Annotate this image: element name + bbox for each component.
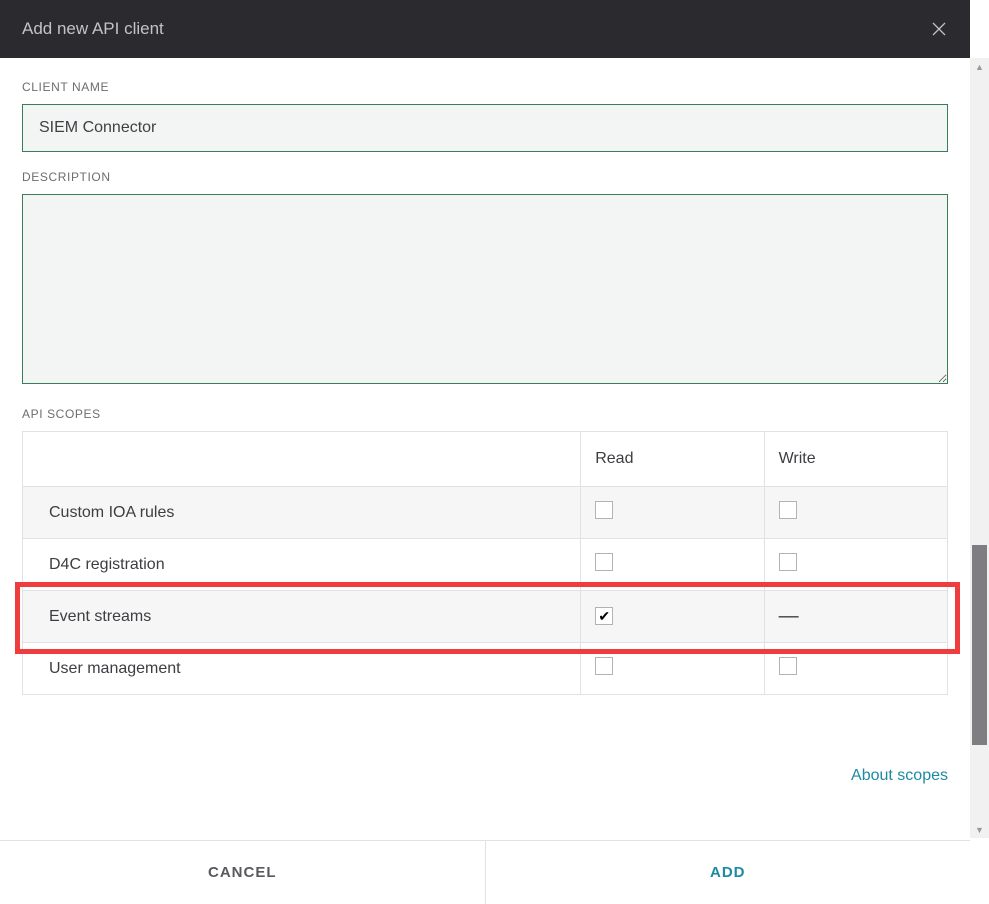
about-scopes-container: About scopes xyxy=(22,767,948,785)
cancel-button[interactable]: CANCEL xyxy=(0,841,486,904)
column-header-read: Read xyxy=(581,432,764,487)
scope-write-cell xyxy=(764,643,947,695)
api-scopes-label: API SCOPES xyxy=(22,407,948,421)
about-scopes-link[interactable]: About scopes xyxy=(851,767,948,784)
modal-title: Add new API client xyxy=(22,19,164,39)
scope-write-cell xyxy=(764,539,947,591)
column-header-write: Write xyxy=(764,432,947,487)
scope-name: D4C registration xyxy=(23,539,581,591)
add-button[interactable]: ADD xyxy=(486,841,971,904)
scroll-down-arrow-icon[interactable]: ▼ xyxy=(970,821,989,838)
vertical-scrollbar[interactable]: ▲ ▼ xyxy=(970,58,989,838)
table-row: Event streams — xyxy=(23,591,948,643)
scope-read-cell xyxy=(581,591,764,643)
description-label: DESCRIPTION xyxy=(22,170,948,184)
scope-write-cell xyxy=(764,487,947,539)
write-not-available: — xyxy=(779,605,799,628)
scroll-thumb[interactable] xyxy=(972,545,987,745)
scope-name: User management xyxy=(23,643,581,695)
modal-footer: CANCEL ADD xyxy=(0,840,970,904)
table-row: User management xyxy=(23,643,948,695)
close-icon xyxy=(930,20,948,38)
scope-name: Custom IOA rules xyxy=(23,487,581,539)
scroll-up-arrow-icon[interactable]: ▲ xyxy=(970,58,989,75)
scope-name: Event streams xyxy=(23,591,581,643)
read-checkbox[interactable] xyxy=(595,657,613,675)
write-checkbox[interactable] xyxy=(779,553,797,571)
read-checkbox[interactable] xyxy=(595,607,613,625)
table-row: Custom IOA rules xyxy=(23,487,948,539)
write-checkbox[interactable] xyxy=(779,657,797,675)
read-checkbox[interactable] xyxy=(595,553,613,571)
scope-write-cell: — xyxy=(764,591,947,643)
modal-header: Add new API client xyxy=(0,0,970,58)
client-name-input[interactable] xyxy=(22,104,948,152)
close-button[interactable] xyxy=(930,20,948,38)
api-scopes-table: Read Write Custom IOA rulesD4C registrat… xyxy=(22,431,948,695)
client-name-label: CLIENT NAME xyxy=(22,80,948,94)
scroll-track[interactable] xyxy=(970,75,989,821)
add-api-client-modal: Add new API client CLIENT NAME DESCRIPTI… xyxy=(0,0,970,904)
description-textarea[interactable] xyxy=(22,194,948,384)
modal-body: CLIENT NAME DESCRIPTION API SCOPES Read … xyxy=(0,58,970,840)
scope-read-cell xyxy=(581,487,764,539)
scope-read-cell xyxy=(581,539,764,591)
read-checkbox[interactable] xyxy=(595,501,613,519)
write-checkbox[interactable] xyxy=(779,501,797,519)
table-row: D4C registration xyxy=(23,539,948,591)
scope-read-cell xyxy=(581,643,764,695)
column-header-name xyxy=(23,432,581,487)
